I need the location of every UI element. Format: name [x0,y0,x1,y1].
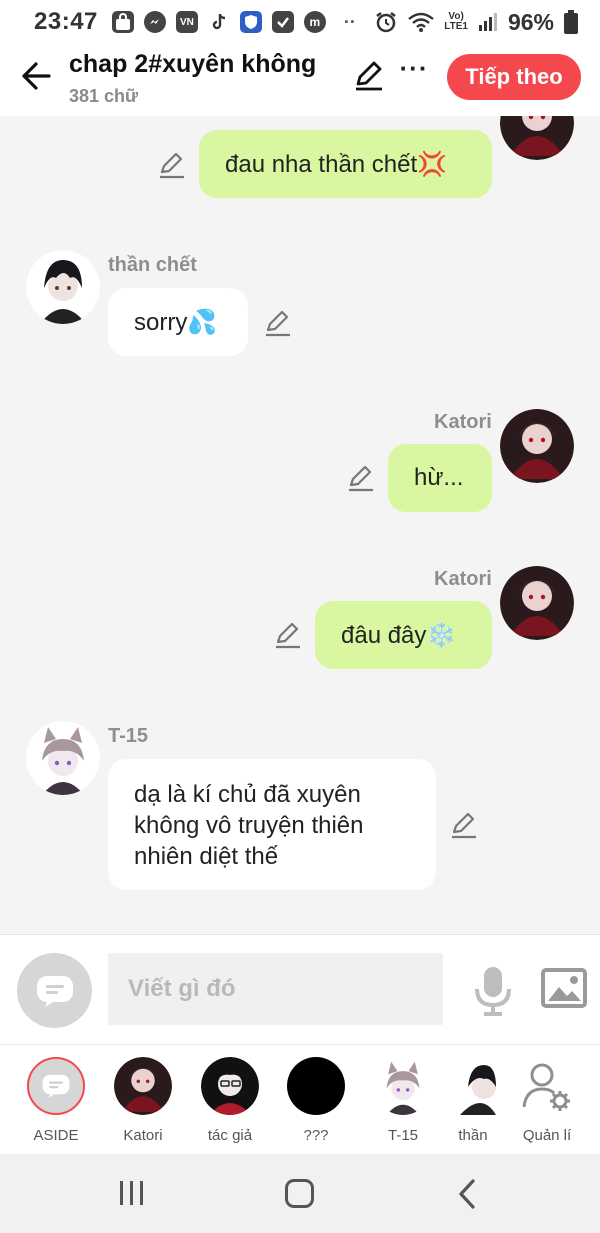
pencil-icon [276,622,300,649]
aside-toggle-button[interactable] [17,953,92,1028]
vn-icon: VN [175,11,198,33]
character-t15[interactable]: T-15 [365,1057,441,1144]
character-avatar [518,1057,576,1115]
avatar-t15[interactable] [26,721,100,795]
check-icon [271,11,294,33]
character-label: ASIDE [33,1127,79,1144]
voice-input-button[interactable] [472,965,514,1017]
character-avatar [201,1057,259,1115]
battery-icon [564,10,578,34]
pencil-icon [452,812,476,839]
character-label: T-15 [387,1127,418,1144]
aside-avatar [27,1057,85,1115]
wifi-icon [408,12,435,32]
home-button[interactable] [285,1179,314,1208]
insert-image-button[interactable] [541,967,587,1009]
message-input[interactable] [108,953,443,1025]
recents-icon [120,1181,143,1205]
character-strip: ASIDE Katori tác giả ??? T-15 thần Quản … [0,1044,600,1154]
pencil-icon [266,310,290,337]
character-avatar [287,1057,345,1115]
avatar-than-chet[interactable] [26,250,100,324]
message-bubble[interactable]: dạ là kí chủ đã xuyên không vô truyện th… [108,759,436,890]
character-avatar [114,1057,172,1115]
edit-message-button[interactable] [263,308,293,338]
edit-title-button[interactable] [352,58,386,92]
avatar-katori[interactable] [500,116,574,160]
chapter-header: chap 2#xuyên không 381 chữ ··· Tiếp theo [0,44,600,116]
message-bubble[interactable]: đau nha thần chết💢 [199,130,492,198]
image-icon [541,968,587,1008]
sender-name: Katori [434,411,492,433]
avatar-katori[interactable] [500,409,574,483]
sender-name: Katori [434,568,492,590]
system-nav-bar [0,1154,600,1233]
tiktok-icon [207,11,230,33]
pencil-icon [160,152,184,179]
message-composer [0,934,600,1044]
edit-message-button[interactable] [273,620,303,650]
next-chapter-button[interactable]: Tiếp theo [447,54,581,100]
chevron-left-icon [459,1179,475,1209]
more-notifications-icon: ·· [343,11,356,32]
system-back-button[interactable] [455,1178,479,1210]
microphone-icon [475,967,511,1016]
network-indicator: Vo) LTE1 [444,11,468,32]
status-right: Vo) LTE1 96% [374,9,578,36]
avatar-katori[interactable] [500,566,574,640]
manage-characters-button[interactable]: Quản lí [510,1057,584,1144]
chat-bubble-icon [42,1074,70,1098]
more-options-button[interactable]: ··· [398,55,430,90]
character-label: Quản lí [522,1127,572,1144]
arrow-left-icon [22,62,51,90]
character-avatar [456,1057,496,1115]
character-than-chet[interactable]: thần [436,1057,510,1144]
status-bar: 23:47 VN m ·· Vo) LTE1 96% [0,0,600,44]
character-unknown[interactable]: ??? [278,1057,354,1144]
chat-bubble-icon [36,975,73,1007]
message-bubble[interactable]: sorry💦 [108,288,248,356]
edit-message-button[interactable] [449,810,479,840]
character-label: tác giả [207,1127,253,1144]
more-dots-icon: ··· [399,53,429,83]
notification-icons: VN m ·· [111,11,356,33]
sender-name: thần chết [108,254,197,276]
character-label: Katori [123,1127,163,1144]
message-text: dạ là kí chủ đã xuyên không vô truyện th… [134,781,364,870]
pencil-icon [356,61,382,91]
pencil-icon [349,465,373,492]
status-time: 23:47 [34,8,98,35]
edit-message-button[interactable] [157,150,187,180]
chat-area[interactable]: đau nha thần chết💢 thần chết sorry💦 Kato… [0,116,600,934]
character-tac-gia[interactable]: tác giả [192,1057,268,1144]
shield-icon [239,11,262,33]
sender-name: T-15 [108,725,149,747]
messenger-icon [143,11,166,33]
character-label: ??? [303,1127,329,1144]
user-settings-icon [522,1063,570,1111]
character-label: thần [458,1127,488,1144]
chapter-title[interactable]: chap 2#xuyên không [69,50,316,79]
shopping-bag-icon [111,11,134,33]
m-icon: m [303,11,326,33]
signal-icon [478,13,497,31]
character-aside[interactable]: ASIDE [18,1057,94,1144]
back-button[interactable] [18,58,54,94]
character-avatar [374,1057,432,1115]
message-bubble[interactable]: hừ... [388,444,492,512]
recent-apps-button[interactable] [118,1180,146,1206]
character-katori[interactable]: Katori [105,1057,181,1144]
message-bubble[interactable]: đâu đây❄️ [315,601,492,669]
alarm-icon [376,12,396,33]
edit-message-button[interactable] [346,463,376,493]
battery-level: 96% [507,8,554,35]
word-count: 381 chữ [69,86,139,106]
